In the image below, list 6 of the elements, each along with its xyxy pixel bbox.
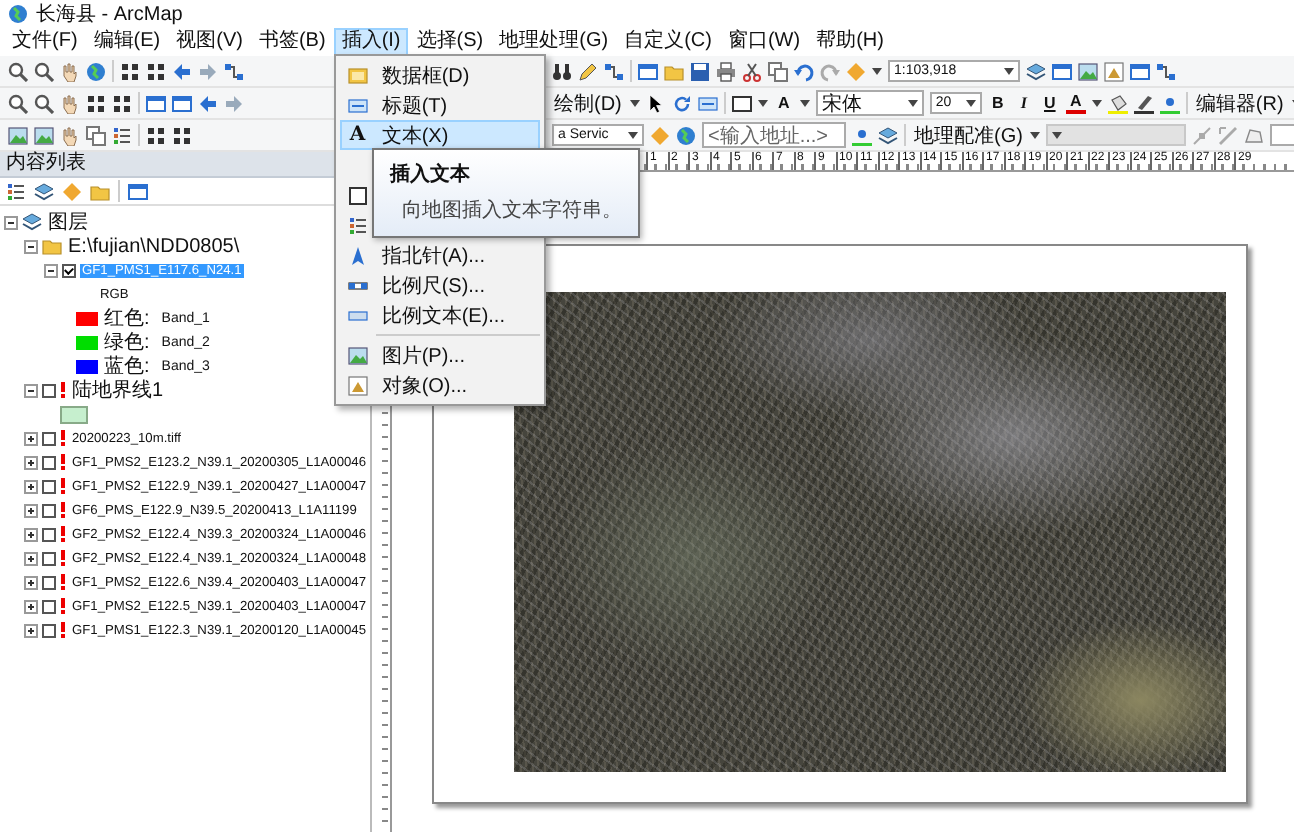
window-title: 长海县 - ArcMap [36, 1, 183, 28]
tooltip-text: 向地图插入文本字符串。 [399, 197, 622, 224]
band-color-label: 红色: [102, 306, 152, 332]
band-color-label: 蓝色: [102, 353, 152, 379]
band-color-label: 绿色: [102, 330, 152, 355]
tooltip-title: 插入文本 [389, 161, 472, 188]
